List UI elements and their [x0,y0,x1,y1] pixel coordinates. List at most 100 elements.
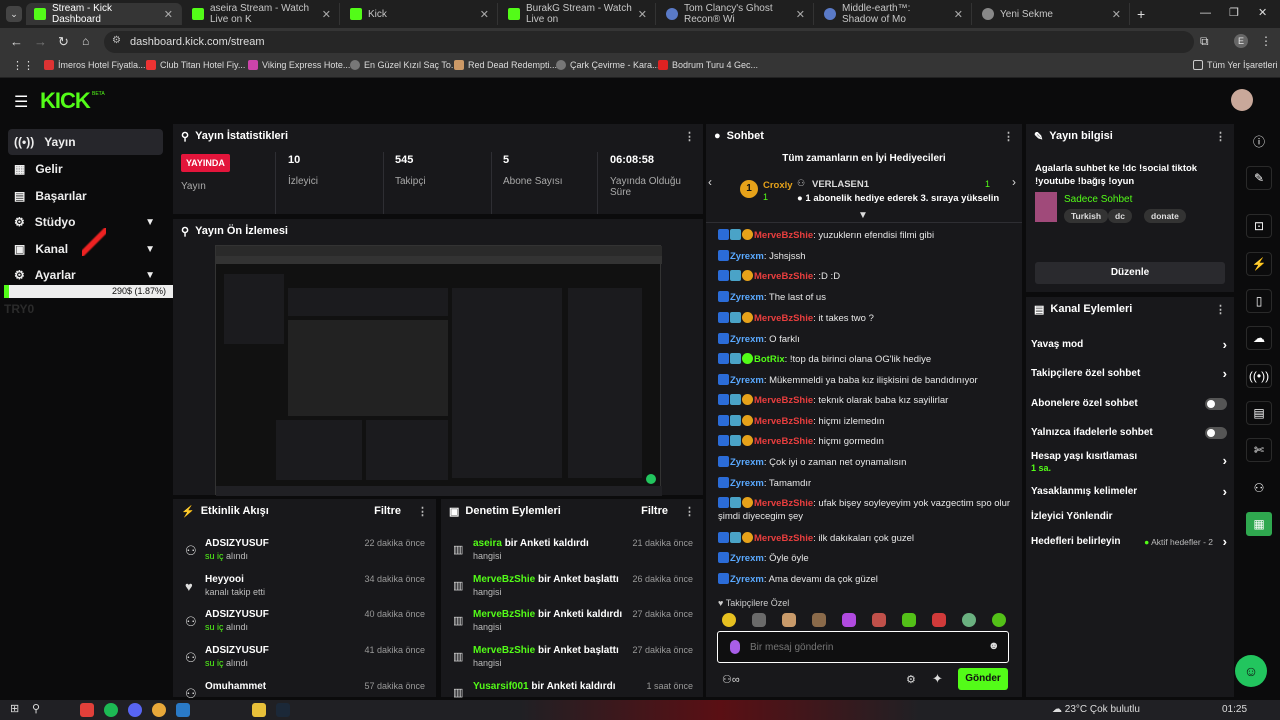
storage-tool-icon[interactable]: ▤ [1246,401,1272,425]
apps-grid-icon[interactable]: ⋮⋮ [12,59,34,72]
app-icon[interactable] [176,703,190,717]
emote-icon[interactable] [752,613,766,627]
support-chat-icon[interactable]: ☺ [1235,655,1267,687]
chrome-icon[interactable] [152,703,166,717]
back-icon[interactable]: ← [10,34,23,49]
slow-mode-row[interactable]: Yavaş mod › [1031,337,1227,352]
emote-icon[interactable] [932,613,946,627]
browser-tab-2[interactable]: Kick ✕ [342,3,498,25]
profile-avatar-icon[interactable]: E [1234,34,1248,48]
chat-username[interactable]: BotRix [754,354,785,365]
hamburger-menu-icon[interactable]: ☰ [14,92,28,112]
browser-tab-1[interactable]: aseira Stream - Watch Live on K ✕ [184,3,340,25]
new-tab-icon[interactable]: + [1137,6,1145,22]
reload-icon[interactable]: ↻ [58,34,69,50]
browser-tab-3[interactable]: BurakG Stream - Watch Live on ✕ [500,3,656,25]
chat-settings-icon[interactable]: ⚙ [906,673,916,686]
more-options-icon[interactable]: ⋮ [684,130,695,143]
chat-username[interactable]: MerveBzShie [754,313,813,324]
nav-item-gelir[interactable]: ▦ Gelir [8,156,163,182]
spotify-icon[interactable] [104,703,118,717]
chat-username[interactable]: MerveBzShie [754,436,813,447]
chat-username[interactable]: MerveBzShie [754,498,813,509]
send-button[interactable]: Gönder [958,668,1008,690]
tag-chip[interactable]: donate [1144,209,1186,223]
browser-tab-4[interactable]: Tom Clancy's Ghost Recon® Wi ✕ [658,3,814,25]
gift-subs-icon[interactable]: ✦ [932,671,943,687]
emote-icon[interactable] [962,613,976,627]
bookmark-item[interactable]: Çark Çevirme - Kara... [556,60,660,70]
gifter-name[interactable]: VERLASEN1 [812,179,869,190]
overlay-tool-icon[interactable]: ⊡ [1246,214,1272,238]
collapse-icon[interactable]: ▼ [858,210,868,221]
home-icon[interactable]: ⌂ [82,34,89,48]
emote-chat-toggle[interactable] [1205,427,1227,439]
search-icon[interactable]: ⚲ [32,702,40,715]
chat-username[interactable]: MerveBzShie [754,230,813,241]
chevron-left-icon[interactable]: ‹ [708,175,712,189]
flash-tool-icon[interactable]: ⚡ [1246,252,1272,276]
banned-words-row[interactable]: Yasaklanmış kelimeler › [1031,484,1227,499]
chat-input[interactable] [750,638,970,656]
close-icon[interactable]: ✕ [954,8,963,21]
close-icon[interactable]: ✕ [1112,8,1121,21]
restore-icon[interactable]: ❐ [1229,6,1239,19]
emote-icon[interactable] [722,613,736,627]
points-tool-icon[interactable]: ⚇ [1246,476,1272,500]
bookmark-item[interactable]: Red Dead Redempti... [454,60,557,70]
chat-input-box[interactable]: ☻ [717,631,1009,663]
chat-username[interactable]: Zyrexm [730,334,764,345]
close-icon[interactable]: ✕ [322,8,331,21]
chat-username[interactable]: Zyrexm [730,574,764,585]
tag-chip[interactable]: dc [1108,209,1132,223]
more-options-icon[interactable]: ⋮ [1003,130,1014,143]
chat-username[interactable]: Zyrexm [730,375,764,386]
site-info-icon[interactable]: ⚙ [112,35,121,46]
chat-username[interactable]: Zyrexm [730,292,764,303]
goals-row[interactable]: Hedefleri belirleyin ● Aktif hedefler - 2… [1031,534,1227,549]
emote-icon[interactable] [902,613,916,627]
chat-tool-icon[interactable]: ☁ [1246,326,1272,350]
chat-username[interactable]: MerveBzShie [754,395,813,406]
browser-menu-icon[interactable]: ⋮ [1260,34,1272,48]
wrench-tool-icon[interactable]: ✄ [1246,438,1272,462]
age-limit-row[interactable]: Hesap yaşı kısıtlaması 1 sa. › [1031,451,1227,473]
stream-preview-video[interactable] [215,245,662,496]
browser-tab-0[interactable]: Stream - Kick Dashboard ✕ [26,3,182,25]
kick-logo[interactable]: KICK [40,88,91,114]
nav-item-basarilar[interactable]: ▤ Başarılar [8,183,163,209]
emote-icon[interactable] [812,613,826,627]
emote-icon[interactable] [992,613,1006,627]
all-bookmarks[interactable]: Tüm Yer İşaretleri [1193,60,1278,70]
bookmark-item[interactable]: En Güzel Kızıl Saç To... [350,60,458,70]
close-icon[interactable]: ✕ [796,8,805,21]
more-options-icon[interactable]: ⋮ [684,505,695,518]
chat-username[interactable]: MerveBzShie [754,271,813,282]
bookmark-item[interactable]: Bodrum Turu 4 Gec... [658,60,758,70]
close-icon[interactable]: ✕ [164,8,173,21]
bookmark-item[interactable]: Viking Express Hote... [248,60,350,70]
app-icon[interactable] [80,703,94,717]
more-options-icon[interactable]: ⋮ [1215,303,1226,316]
chat-username[interactable]: MerveBzShie [754,416,813,427]
user-avatar[interactable] [1231,89,1253,111]
chat-username[interactable]: Zyrexm [730,251,764,262]
window-close-icon[interactable]: ✕ [1258,6,1267,19]
weather-widget[interactable]: ☁ 23°C Çok bulutlu [1052,704,1140,715]
clip-tool-icon[interactable]: ▯ [1246,289,1272,313]
emote-icon[interactable] [842,613,856,627]
nav-item-yayin[interactable]: ((•)) Yayın [8,129,163,155]
more-options-icon[interactable]: ⋮ [1215,130,1226,143]
emote-icon[interactable] [782,613,796,627]
bookmark-item[interactable]: İmeros Hotel Fiyatla... [44,60,146,70]
steam-icon[interactable] [276,703,290,717]
edit-button[interactable]: Düzenle [1035,262,1225,284]
category-name[interactable]: Sadece Sohbet [1064,194,1132,205]
windows-start-icon[interactable]: ⊞ [10,702,19,715]
chat-username[interactable]: Zyrexm [730,478,764,489]
followers-chat-row[interactable]: Takipçilere özel sohbet › [1031,366,1227,381]
channel-points-icon[interactable]: ⚇∞ [722,673,740,686]
chat-username[interactable]: MerveBzShie [754,533,813,544]
tag-chip[interactable]: Turkish [1064,209,1109,223]
emoji-icon[interactable]: ☻ [988,640,1000,652]
